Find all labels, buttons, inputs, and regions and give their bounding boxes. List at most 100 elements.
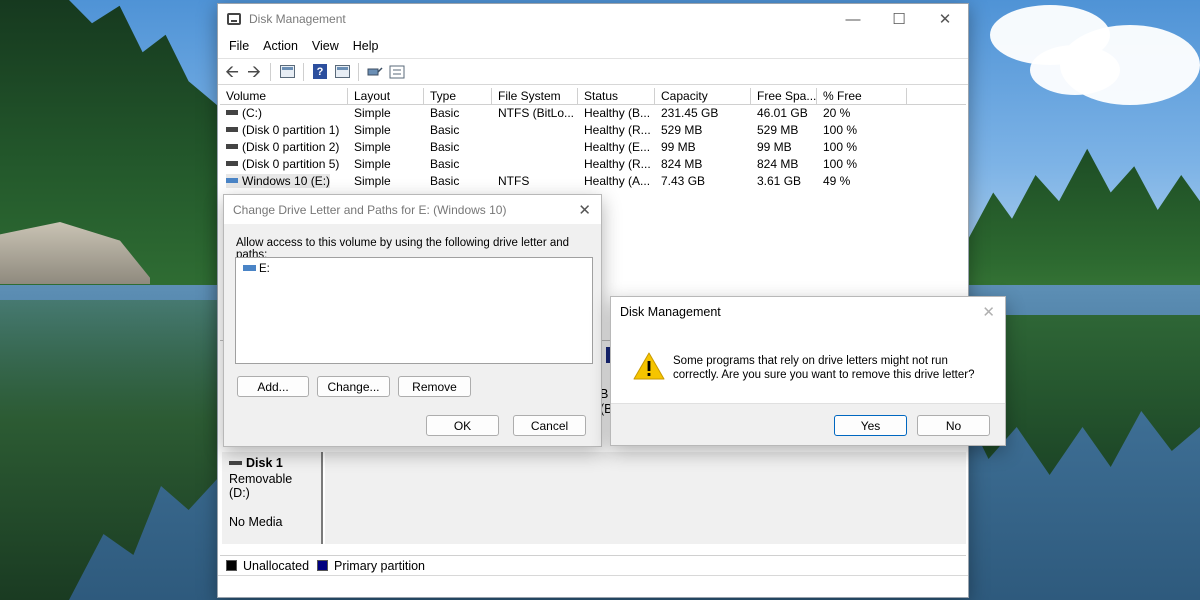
column-status[interactable]: Status [578, 88, 655, 104]
path-label: E: [259, 263, 270, 275]
capacity-cell: 231.45 GB [661, 106, 719, 120]
confirm-close-button[interactable]: ✕ [982, 303, 995, 321]
path-list-item[interactable]: E: [243, 263, 270, 275]
cloud [1030, 45, 1120, 95]
disk1-region[interactable] [325, 452, 966, 544]
volume-cell: Windows 10 (E:) [220, 173, 348, 190]
change-button[interactable]: Change... [317, 376, 390, 397]
capacity-cell: 529 MB [661, 123, 703, 137]
column-layout[interactable]: Layout [348, 88, 424, 104]
toolbar-separator [358, 62, 359, 81]
dialog-close-button[interactable]: ✕ [578, 201, 591, 219]
yes-button[interactable]: Yes [834, 415, 907, 436]
menu-view[interactable]: View [305, 39, 346, 53]
percent-free-cell: 100 % [823, 123, 858, 137]
properties-button[interactable] [331, 62, 353, 82]
volume-cell: (Disk 0 partition 5) [220, 156, 348, 173]
close-button[interactable]: ✕ [922, 4, 968, 34]
table-row[interactable]: (Disk 0 partition 5) Simple Basic Health… [220, 156, 966, 173]
remove-button[interactable]: Remove [398, 376, 471, 397]
percent-free-cell: 49 % [823, 174, 851, 188]
layout-cell: Simple [354, 123, 391, 137]
removable-volume-icon [226, 178, 238, 184]
console-tree-icon [279, 65, 295, 78]
volume-icon [226, 144, 238, 150]
free-cell: 3.61 GB [757, 174, 802, 188]
fs-cell: NTFS [498, 174, 530, 188]
layout-cell: Simple [354, 106, 391, 120]
table-row-selected[interactable]: Windows 10 (E:) Simple Basic NTFS Health… [220, 173, 966, 190]
checklist-icon [389, 65, 405, 78]
status-cell: Healthy (B... [584, 106, 651, 120]
layout-cell: Simple [354, 157, 391, 171]
table-row[interactable]: (Disk 0 partition 2) Simple Basic Health… [220, 139, 966, 156]
type-cell: Basic [430, 174, 460, 188]
status-cell: Healthy (R... [584, 157, 651, 171]
free-cell: 46.01 GB [757, 106, 808, 120]
legend-label-primary: Primary partition [334, 558, 426, 573]
menu-help[interactable]: Help [346, 39, 386, 53]
column-file-system[interactable]: File System [492, 88, 578, 104]
add-button[interactable]: Add... [237, 376, 309, 397]
connect-button[interactable] [364, 62, 386, 82]
disk1-label[interactable]: Disk 1 Removable (D:) No Media [222, 452, 323, 544]
table-row[interactable]: (Disk 0 partition 1) Simple Basic Health… [220, 122, 966, 139]
volume-icon [226, 110, 238, 116]
type-cell: Basic [430, 106, 460, 120]
help-button[interactable]: ? [309, 62, 331, 82]
toolbar-separator [270, 62, 271, 81]
cancel-button[interactable]: Cancel [513, 415, 586, 436]
volume-name: (Disk 0 partition 1) [242, 123, 340, 137]
disk-icon [229, 461, 242, 465]
status-cell: Healthy (A... [584, 174, 651, 188]
help-icon: ? [313, 64, 327, 79]
window-title: Disk Management [249, 12, 346, 26]
volume-cell: (Disk 0 partition 2) [220, 139, 348, 156]
type-cell: Basic [430, 123, 460, 137]
free-cell: 824 MB [757, 157, 799, 171]
column-type[interactable]: Type [424, 88, 492, 104]
column-free-space[interactable]: Free Spa... [751, 88, 817, 104]
percent-free-cell: 20 % [823, 106, 851, 120]
volume-cell: (C:) [220, 105, 348, 122]
toolbar-separator [303, 62, 304, 81]
volume-cell: (Disk 0 partition 1) [220, 122, 348, 139]
status-cell: Healthy (R... [584, 123, 651, 137]
menu-file[interactable]: File [222, 39, 256, 53]
no-button[interactable]: No [917, 415, 990, 436]
capacity-cell: 7.43 GB [661, 174, 706, 188]
warning-icon [633, 352, 665, 380]
percent-free-cell: 100 % [823, 157, 858, 171]
drive-path-list[interactable]: E: [235, 257, 593, 364]
layout-cell: Simple [354, 140, 391, 154]
fs-cell [492, 139, 578, 156]
minimize-button[interactable]: — [830, 4, 876, 34]
table-row[interactable]: (C:) Simple Basic NTFS (BitLo... Healthy… [220, 105, 966, 122]
layout-cell: Simple [354, 174, 391, 188]
disk1-subtitle: Removable (D:) [229, 472, 293, 500]
fs-cell [492, 122, 578, 139]
title-bar[interactable]: Disk Management — ☐ ✕ [218, 4, 968, 34]
disk-management-icon [227, 13, 241, 25]
checklist-button[interactable] [386, 62, 408, 82]
back-button[interactable]: 🡨 [221, 62, 243, 82]
forward-button[interactable]: 🡪 [243, 62, 265, 82]
dialog-title-bar[interactable]: Change Drive Letter and Paths for E: (Wi… [224, 195, 601, 224]
legend-label-unallocated: Unallocated [243, 558, 310, 573]
confirm-message: Some programs that rely on drive letters… [673, 355, 975, 381]
connect-icon [367, 66, 383, 75]
column-volume[interactable]: Volume [220, 88, 348, 104]
legend-swatch-unallocated [226, 560, 237, 571]
confirm-title-bar[interactable]: Disk Management ✕ [611, 297, 1005, 326]
ok-button[interactable]: OK [426, 415, 499, 436]
console-tree-button[interactable] [276, 62, 298, 82]
fs-cell: NTFS (BitLo... [498, 106, 575, 120]
free-cell: 529 MB [757, 123, 799, 137]
percent-free-cell: 100 % [823, 140, 858, 154]
column-percent-free[interactable]: % Free [817, 88, 907, 104]
maximize-button[interactable]: ☐ [876, 4, 922, 34]
forward-arrow-icon: 🡪 [247, 62, 261, 81]
change-drive-letter-dialog: Change Drive Letter and Paths for E: (Wi… [223, 194, 602, 447]
column-capacity[interactable]: Capacity [655, 88, 751, 104]
menu-action[interactable]: Action [256, 39, 305, 53]
